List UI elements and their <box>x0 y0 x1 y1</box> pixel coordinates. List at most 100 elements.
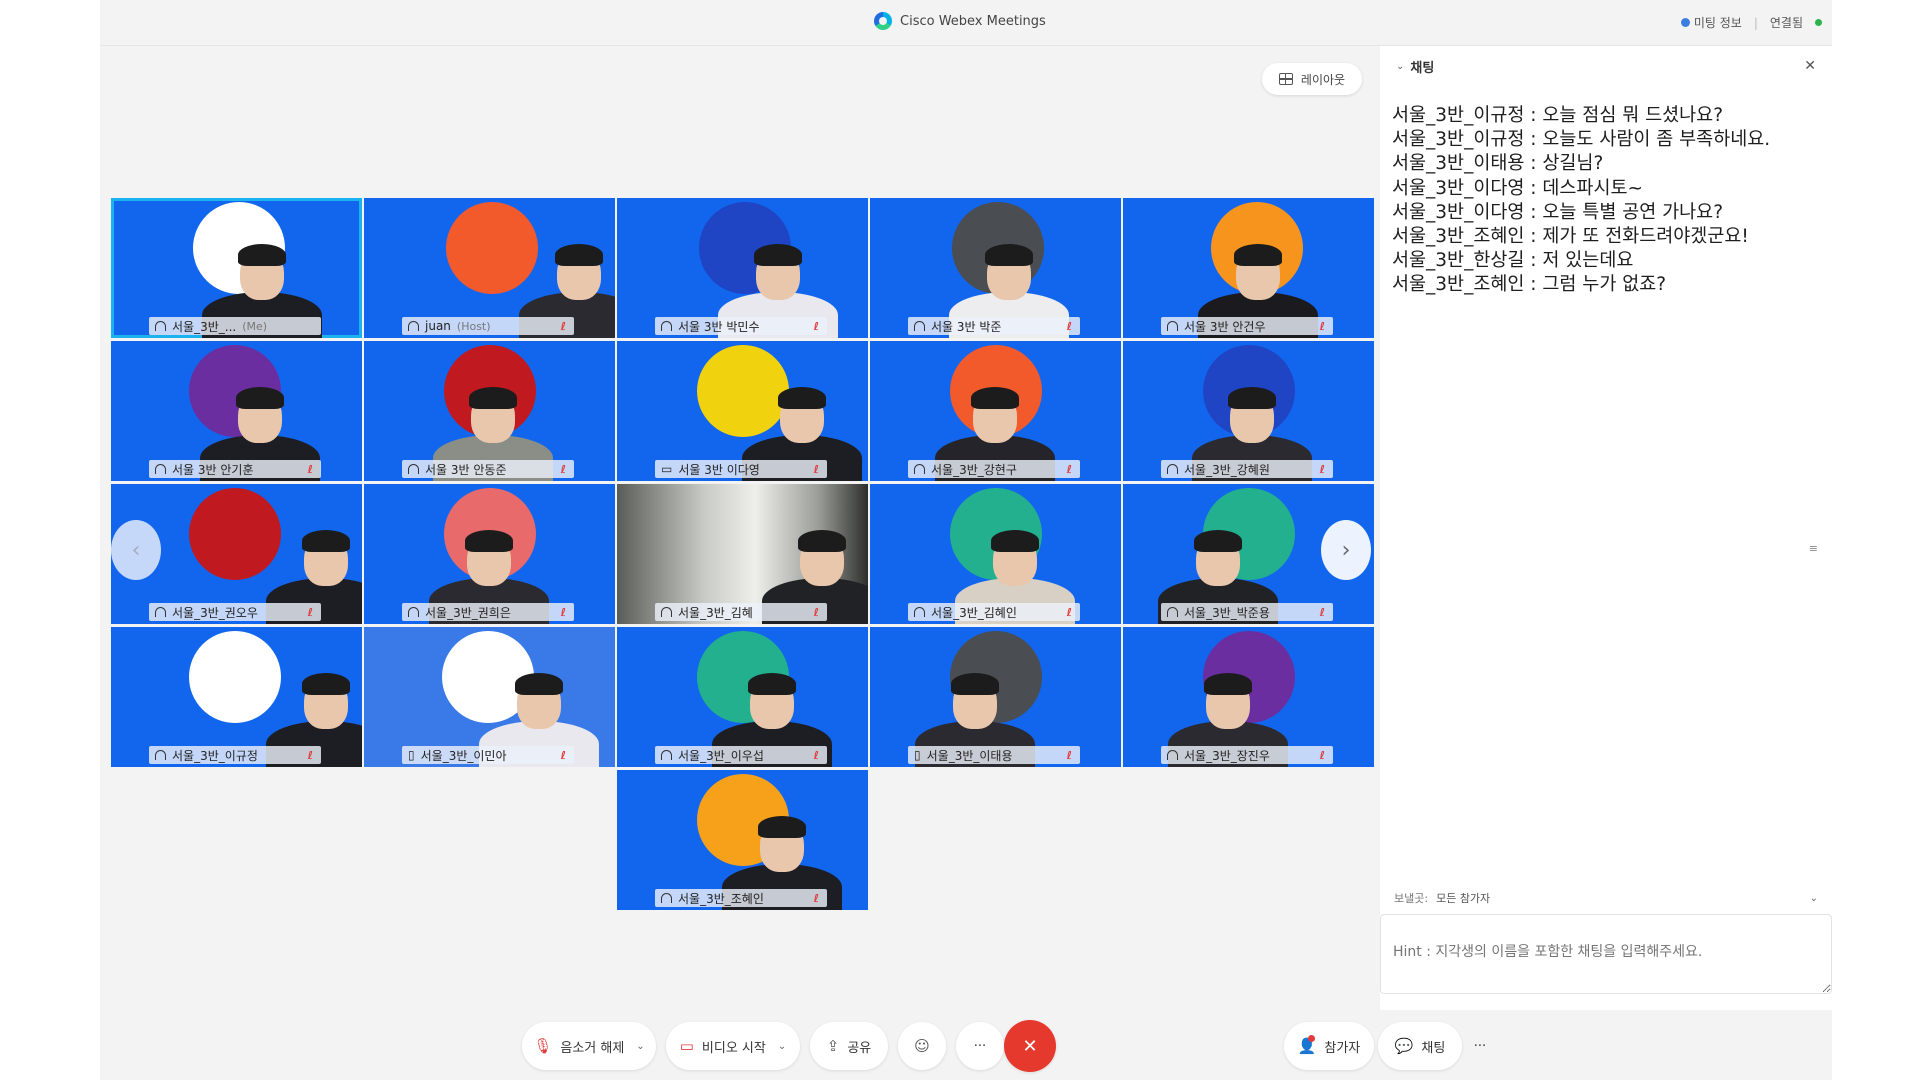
participant-tile[interactable]: 서울 3반 안동준 ℓ <box>364 341 615 481</box>
phone-icon: ▯ <box>408 748 415 762</box>
chat-button[interactable]: 💬 채팅 <box>1378 1022 1462 1070</box>
participant-tile[interactable]: 서울_3반_김혜인 ℓ <box>870 484 1121 624</box>
participant-tile[interactable]: 서울_3반_이규정 ℓ <box>111 627 362 767</box>
participant-tile[interactable]: 서울 3반 안기훈 ℓ <box>111 341 362 481</box>
participant-name: 서울_3반_권희은 <box>425 605 511 620</box>
chat-input[interactable] <box>1380 914 1832 994</box>
meeting-toolbar: 🎙 음소거 해제 ⌄ ▭ 비디오 시작 ⌄ ⇪ 공유 ☺ ··· ✕ 👤 참가자… <box>100 1010 1832 1080</box>
muted-mic-icon: ℓ <box>307 605 313 619</box>
person-hair <box>754 244 802 266</box>
participant-name-label: 서울_3반_... (Me) <box>149 317 321 335</box>
participant-tile[interactable]: ▯ 서울_3반_이민아 ℓ <box>364 627 615 767</box>
person-hair <box>1194 530 1242 552</box>
recipient-selector[interactable]: 보낼곳: 모든 참가자 ⌄ <box>1380 886 1832 910</box>
participant-name: 서울 3반 이다영 <box>678 462 760 477</box>
participant-name: 서울_3반_강현구 <box>931 462 1017 477</box>
participants-button[interactable]: 👤 참가자 <box>1284 1022 1374 1070</box>
participant-name: 서울 3반 안건우 <box>1184 319 1266 334</box>
chat-message: 서울_3반_이규정 : 오늘도 사람이 좀 부족하네요. <box>1392 129 1771 151</box>
participant-role-tag: (Host) <box>456 319 491 333</box>
share-label: 공유 <box>847 1040 872 1056</box>
person-hair <box>748 673 796 695</box>
chevron-down-icon[interactable]: ⌄ <box>778 1041 786 1052</box>
participant-name: 서울_3반_김혜 <box>678 605 753 620</box>
participant-tile[interactable]: 서울 3반 안건우 ℓ <box>1123 198 1374 338</box>
participant-tile[interactable]: 서울_3반_이우섭 ℓ <box>617 627 868 767</box>
participant-name: 서울 3반 안기훈 <box>172 462 254 477</box>
person-hair <box>971 387 1019 409</box>
participant-name-label: 서울 3반 박준 ℓ <box>908 317 1080 335</box>
participant-role-tag: (Me) <box>242 319 268 333</box>
participant-tile[interactable]: 서울_3반_강혜원 ℓ <box>1123 341 1374 481</box>
window-title: Cisco Webex Meetings <box>874 12 1046 30</box>
leave-meeting-button[interactable]: ✕ <box>1004 1020 1056 1072</box>
participant-tile[interactable]: 서울_3반_조혜인 ℓ <box>617 770 868 910</box>
headset-icon <box>155 607 166 617</box>
muted-mic-icon: ℓ <box>560 319 566 333</box>
participant-tile[interactable]: 서울_3반_강현구 ℓ <box>870 341 1121 481</box>
close-icon: ✕ <box>1022 1035 1038 1057</box>
participant-tile[interactable]: juan (Host) ℓ <box>364 198 615 338</box>
chat-button-label: 채팅 <box>1421 1040 1446 1056</box>
participant-name: 서울_3반_이규정 <box>172 748 258 763</box>
layout-button[interactable]: 레이아웃 <box>1262 63 1362 95</box>
panel-more-button[interactable]: ··· <box>1460 1022 1500 1070</box>
reactions-button[interactable]: ☺ <box>898 1022 946 1070</box>
participant-tile[interactable]: ▭ 서울 3반 이다영 ℓ <box>617 341 868 481</box>
headset-icon <box>1167 607 1178 617</box>
previous-page-button[interactable]: ‹ <box>111 520 161 580</box>
participant-name-label: 서울_3반_장진우 ℓ <box>1161 746 1333 764</box>
participant-tile[interactable]: 서울 3반 박민수 ℓ <box>617 198 868 338</box>
person-hair <box>469 387 517 409</box>
headset-icon <box>1167 321 1178 331</box>
share-button[interactable]: ⇪ 공유 <box>810 1022 888 1070</box>
chat-message-list: 서울_3반_이규정 : 오늘 점심 뭐 드셨나요? 서울_3반_이규정 : 오늘도… <box>1392 104 1822 298</box>
scroll-indicator-icon[interactable]: ≡ <box>1809 542 1818 555</box>
participant-tile[interactable]: ▯ 서울_3반_이태용 ℓ <box>870 627 1121 767</box>
participant-name: 서울_3반_이태용 <box>926 748 1013 763</box>
participant-tile[interactable]: 서울_3반_... (Me) <box>111 198 362 338</box>
phone-icon: ▯ <box>914 748 921 762</box>
unmute-button[interactable]: 🎙 음소거 해제 ⌄ <box>522 1022 656 1070</box>
participant-name-label: 서울_3반_조혜인 ℓ <box>655 889 827 907</box>
person-hair <box>758 816 806 838</box>
more-options-label: ··· <box>973 1038 987 1054</box>
chevron-down-icon[interactable]: ⌄ <box>636 1041 644 1052</box>
next-page-button[interactable]: › <box>1321 520 1371 580</box>
divider: | <box>1753 15 1758 30</box>
chat-header: ⌄ 채팅 <box>1380 46 1832 86</box>
participants-icon: 👤 <box>1297 1035 1317 1055</box>
person-hair <box>465 530 513 552</box>
video-grid: 서울_3반_... (Me) juan (Host) ℓ 서울 3반 박민수 ℓ 서울 3반 … <box>111 198 1374 916</box>
participant-name-label: 서울_3반_박준용 ℓ <box>1161 603 1333 621</box>
close-chat-button[interactable]: ✕ <box>1804 58 1816 74</box>
participant-name: juan <box>425 319 451 333</box>
webex-logo-icon <box>874 12 892 30</box>
participant-tile[interactable]: 서울_3반_김혜 ℓ <box>617 484 868 624</box>
headset-icon <box>914 464 925 474</box>
muted-mic-icon: ℓ <box>813 748 819 762</box>
muted-mic-icon: ℓ <box>1319 462 1325 476</box>
start-video-button[interactable]: ▭ 비디오 시작 ⌄ <box>666 1022 800 1070</box>
participant-name-label: 서울_3반_김혜 ℓ <box>655 603 827 621</box>
muted-mic-icon: 🎙 <box>533 1037 553 1055</box>
person-hair <box>302 673 350 695</box>
more-options-button[interactable]: ··· <box>956 1022 1004 1070</box>
muted-mic-icon: ℓ <box>560 748 566 762</box>
start-video-label: 비디오 시작 <box>701 1040 766 1056</box>
chat-message: 서울_3반_이다영 : 데스파시토~ <box>1392 177 1643 199</box>
collapse-chevron-icon[interactable]: ⌄ <box>1396 61 1404 72</box>
chat-message: 서울_3반_한상길 : 저 있는데요 <box>1392 250 1634 272</box>
participant-tile[interactable]: 서울_3반_권희은 ℓ <box>364 484 615 624</box>
participant-tile[interactable]: 서울_3반_장진우 ℓ <box>1123 627 1374 767</box>
muted-mic-icon: ℓ <box>1319 319 1325 333</box>
participant-name: 서울_3반_강혜원 <box>1184 462 1270 477</box>
person-hair <box>238 244 286 266</box>
webex-meeting-window: Cisco Webex Meetings 미팅 정보 | 연결됨 레이아웃 서울… <box>100 0 1832 1080</box>
muted-mic-icon: ℓ <box>1066 462 1072 476</box>
chat-title: 채팅 <box>1410 60 1435 76</box>
meeting-info-link[interactable]: 미팅 정보 <box>1680 14 1742 31</box>
screen-icon: ▭ <box>661 462 673 476</box>
participant-tile[interactable]: 서울 3반 박준 ℓ <box>870 198 1121 338</box>
muted-mic-icon: ℓ <box>560 605 566 619</box>
